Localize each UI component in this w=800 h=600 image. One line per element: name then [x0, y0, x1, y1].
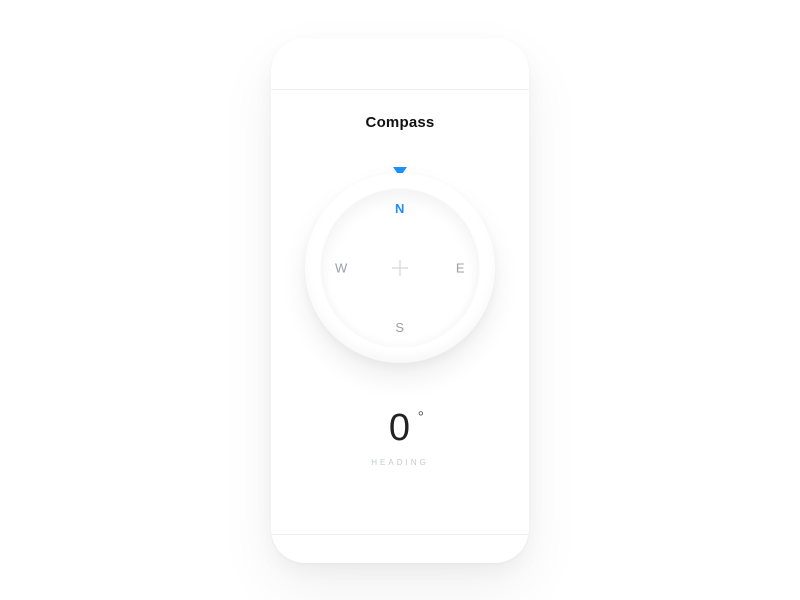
app-title: Compass [271, 114, 529, 131]
direction-west: W [335, 260, 348, 275]
stage: Compass N E S W 0 ° H [0, 0, 800, 600]
heading-value-wrap: 0 ° [389, 407, 411, 450]
degree-symbol: ° [418, 409, 425, 427]
compass-dial[interactable]: N E S W [321, 189, 479, 347]
direction-north: N [395, 201, 405, 216]
compass[interactable]: N E S W [305, 173, 495, 363]
direction-east: E [456, 260, 465, 275]
bottom-divider [271, 534, 529, 535]
heading-value: 0 [389, 407, 411, 449]
crosshair-icon [390, 258, 410, 278]
phone-frame: Compass N E S W 0 ° H [271, 38, 529, 563]
heading-readout: 0 ° HEADING [271, 407, 529, 467]
status-bar [271, 38, 529, 90]
direction-south: S [395, 320, 404, 335]
heading-label: HEADING [271, 458, 529, 467]
